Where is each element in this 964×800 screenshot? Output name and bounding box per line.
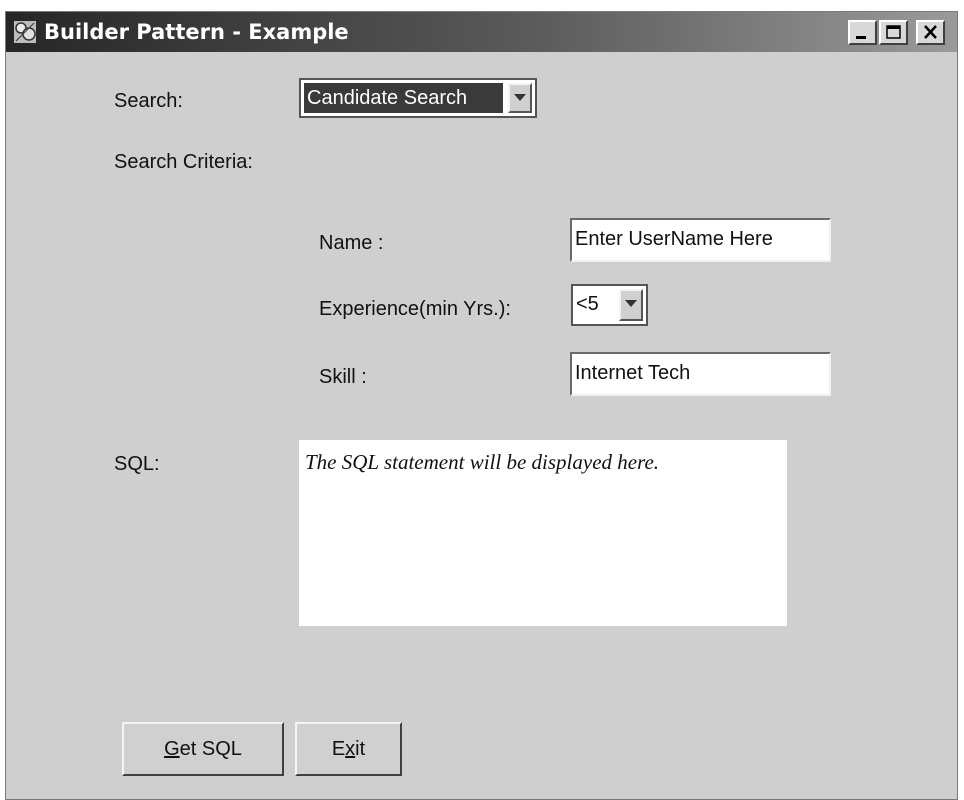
skill-input[interactable]: Internet Tech xyxy=(570,352,831,396)
name-input[interactable]: Enter UserName Here xyxy=(570,218,831,262)
get-sql-label: et SQL xyxy=(179,738,242,760)
chevron-down-icon xyxy=(514,94,526,101)
search-type-dropdown[interactable]: Candidate Search xyxy=(299,78,537,118)
experience-dropdown[interactable]: <5 xyxy=(571,284,648,326)
close-button[interactable] xyxy=(916,20,945,45)
sql-output-area[interactable]: The SQL statement will be displayed here… xyxy=(299,440,787,626)
name-label: Name : xyxy=(319,232,384,254)
get-sql-button[interactable]: Get SQL xyxy=(122,722,284,776)
sql-output-text: The SQL statement will be displayed here… xyxy=(305,450,660,474)
exit-label-start: E xyxy=(331,738,346,760)
search-type-value: Candidate Search xyxy=(304,83,503,113)
experience-value: <5 xyxy=(576,293,599,315)
get-sql-mnemonic: G xyxy=(164,738,180,760)
experience-label: Experience(min Yrs.): xyxy=(319,298,511,320)
search-criteria-heading: Search Criteria: xyxy=(114,151,253,173)
window-title: Builder Pattern - Example xyxy=(44,20,349,44)
close-icon xyxy=(924,25,937,39)
main-window: Builder Pattern - Example Search: Candid… xyxy=(5,11,958,800)
exit-label-end: it xyxy=(355,738,366,760)
search-dropdown-arrow[interactable] xyxy=(508,83,532,113)
experience-dropdown-arrow[interactable] xyxy=(619,289,643,321)
builder-app-icon xyxy=(14,21,36,43)
exit-mnemonic: x xyxy=(345,738,356,760)
exit-button[interactable]: Exit xyxy=(295,722,402,776)
minimize-icon xyxy=(856,36,866,39)
maximize-button[interactable] xyxy=(879,20,908,45)
search-label: Search: xyxy=(114,90,183,112)
title-bar[interactable]: Builder Pattern - Example xyxy=(6,12,957,52)
maximize-icon xyxy=(886,25,901,39)
chevron-down-icon xyxy=(625,300,637,307)
sql-label: SQL: xyxy=(114,453,160,475)
skill-label: Skill : xyxy=(319,366,367,388)
minimize-button[interactable] xyxy=(848,20,877,45)
